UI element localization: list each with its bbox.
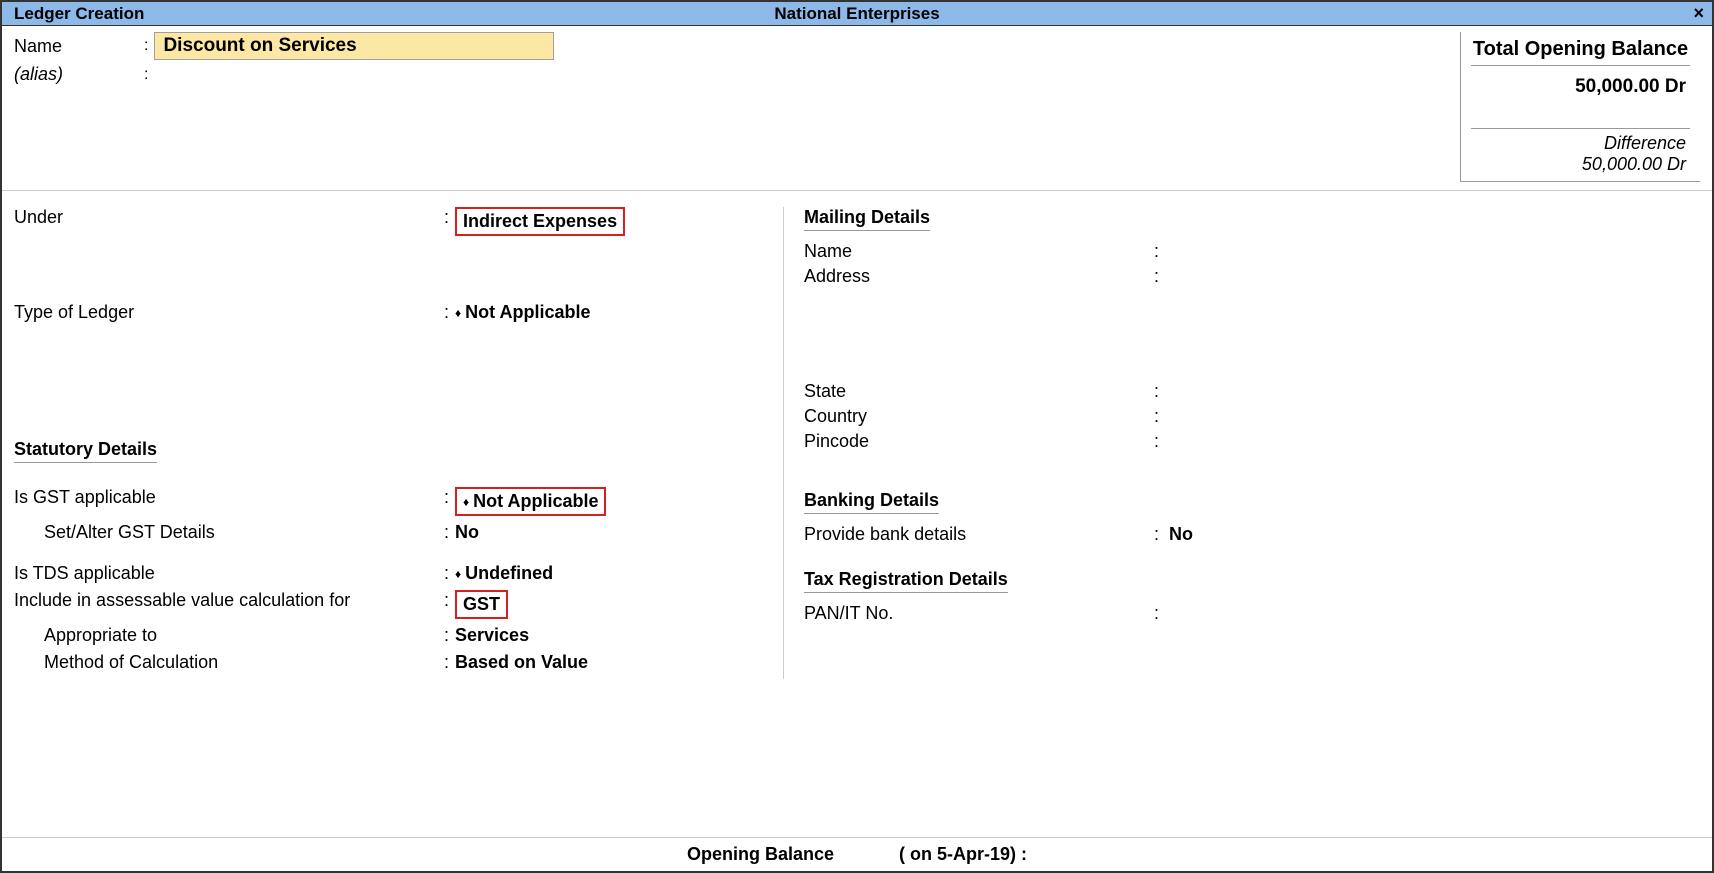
- ledger-creation-window: Ledger Creation National Enterprises × N…: [0, 0, 1714, 873]
- title-left: Ledger Creation: [14, 4, 144, 24]
- set-alter-gst-value[interactable]: No: [455, 522, 479, 543]
- mail-address-label: Address: [804, 266, 1154, 287]
- tds-applicable-value[interactable]: ♦Undefined: [455, 563, 553, 584]
- mail-name-label: Name: [804, 241, 1154, 262]
- include-assessable-label: Include in assessable value calculation …: [14, 590, 444, 611]
- opening-balance-date: ( on 5-Apr-19) :: [899, 844, 1027, 865]
- titlebar: Ledger Creation National Enterprises ×: [2, 2, 1712, 26]
- banking-header: Banking Details: [804, 490, 939, 514]
- opening-balance-label: Opening Balance: [687, 844, 834, 865]
- colon: :: [144, 37, 148, 55]
- bottom-bar: Opening Balance ( on 5-Apr-19) :: [2, 837, 1712, 871]
- method-calc-label: Method of Calculation: [14, 652, 444, 673]
- under-value[interactable]: Indirect Expenses: [455, 207, 625, 236]
- country-label: Country: [804, 406, 1154, 427]
- difference-amount: 50,000.00 Dr: [1471, 154, 1690, 175]
- tax-reg-header: Tax Registration Details: [804, 569, 1008, 593]
- gst-applicable-value[interactable]: ♦Not Applicable: [455, 487, 606, 516]
- diamond-icon: ♦: [455, 306, 461, 320]
- gst-applicable-label: Is GST applicable: [14, 487, 444, 508]
- method-calc-value[interactable]: Based on Value: [455, 652, 588, 673]
- top-section: Name : Discount on Services (alias) : To…: [2, 26, 1712, 182]
- name-label: Name: [14, 36, 144, 57]
- balance-panel: Total Opening Balance 50,000.00 Dr Diffe…: [1460, 32, 1700, 182]
- main-columns: Under : Indirect Expenses Type of Ledger…: [2, 191, 1712, 679]
- name-block: Name : Discount on Services (alias) :: [14, 32, 1460, 182]
- mailing-header: Mailing Details: [804, 207, 930, 231]
- include-assessable-value[interactable]: GST: [455, 590, 508, 619]
- pan-label: PAN/IT No.: [804, 603, 1154, 624]
- left-column: Under : Indirect Expenses Type of Ledger…: [14, 207, 784, 679]
- under-label: Under: [14, 207, 444, 228]
- type-ledger-value[interactable]: ♦Not Applicable: [455, 302, 590, 323]
- colon: :: [144, 66, 148, 84]
- tds-applicable-label: Is TDS applicable: [14, 563, 444, 584]
- balance-amount: 50,000.00 Dr: [1471, 76, 1690, 98]
- content-area: Name : Discount on Services (alias) : To…: [2, 26, 1712, 871]
- title-center: National Enterprises: [774, 4, 939, 24]
- diamond-icon: ♦: [455, 567, 461, 581]
- diamond-icon: ♦: [463, 495, 469, 509]
- appropriate-to-label: Appropriate to: [14, 625, 444, 646]
- appropriate-to-value[interactable]: Services: [455, 625, 529, 646]
- name-input[interactable]: Discount on Services: [154, 32, 554, 60]
- pincode-label: Pincode: [804, 431, 1154, 452]
- balance-title: Total Opening Balance: [1471, 38, 1690, 66]
- close-icon[interactable]: ×: [1693, 3, 1704, 24]
- difference-label: Difference: [1471, 128, 1690, 154]
- provide-bank-value[interactable]: No: [1169, 524, 1193, 545]
- statutory-header: Statutory Details: [14, 439, 157, 463]
- right-column: Mailing Details Name : Address : State :: [784, 207, 1700, 679]
- provide-bank-label: Provide bank details: [804, 524, 1154, 545]
- alias-label: (alias): [14, 64, 144, 85]
- type-ledger-label: Type of Ledger: [14, 302, 444, 323]
- state-label: State: [804, 381, 1154, 402]
- set-alter-gst-label: Set/Alter GST Details: [14, 522, 444, 543]
